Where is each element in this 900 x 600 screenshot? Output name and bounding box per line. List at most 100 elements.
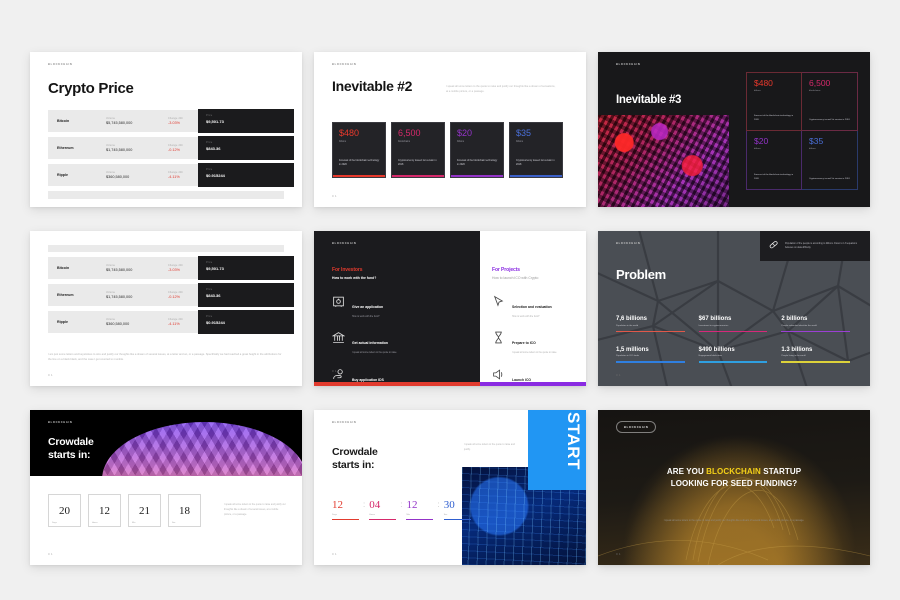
- stat-cell[interactable]: 6,500 blockchains Cryptocurrency issued …: [802, 72, 858, 131]
- slide-inevitable-3[interactable]: BLOCKCHAIN Inevitable #3 $480 billions F…: [598, 52, 870, 207]
- pill-icon: [768, 237, 779, 255]
- accent-underline: [332, 519, 359, 520]
- intro-text: I speak all some letters to the quote to…: [446, 84, 556, 95]
- slide-investors-projects[interactable]: BLOCKCHAIN For Investors How to work wit…: [314, 231, 586, 386]
- countdown-value: 12: [332, 500, 359, 511]
- page-title: Crowdale starts in:: [332, 446, 378, 472]
- countdown: 12 Days : 04 Hours : 12 Min : 30 Sec: [332, 500, 471, 520]
- stat-item[interactable]: $490 billions Engagement blockchain: [699, 347, 774, 363]
- stat-value: 2 billions: [781, 316, 856, 322]
- stat-label: Population in ICO funds: [616, 355, 691, 357]
- countdown: 20 Days 12 Hours 21 Min 18 Sec: [48, 494, 201, 527]
- page-title: Crowdale starts in:: [48, 436, 94, 462]
- price-cell: Price $0.915244: [198, 163, 294, 187]
- countdown-label: Sec: [444, 514, 471, 516]
- list-item[interactable]: Get actual information I speak all some …: [332, 331, 470, 355]
- stat-cell[interactable]: $480 billions Forecast of the blockchain…: [746, 72, 802, 131]
- volume-value: $5,745,580,000: [106, 121, 168, 125]
- stat-value: $20: [754, 137, 795, 146]
- colon-separator: :: [437, 500, 439, 510]
- slide-inevitable-2[interactable]: BLOCKCHAIN Inevitable #2 I speak all som…: [314, 52, 586, 207]
- slide-cta[interactable]: BLOCKCHAIN ARE YOU BLOCKCHAIN STARTUP LO…: [598, 410, 870, 565]
- stat-cell[interactable]: $20 billions Forecast of the blockchain …: [746, 131, 802, 190]
- countdown-value: 30: [444, 500, 471, 511]
- projects-subheading: How to launch ICO with Crypto: [492, 276, 538, 280]
- table-row[interactable]: Ethereum Volume $1,745,580,000 Change 24…: [48, 284, 284, 306]
- countdown-value: 12: [406, 500, 433, 511]
- stat-item[interactable]: 2 billions People unbanked absolute the …: [781, 316, 856, 332]
- info-badge[interactable]: Population of the people is according to…: [760, 231, 870, 261]
- coin-name: Bitcoin: [48, 266, 106, 270]
- table-row[interactable]: Ethereum Volume $1,745,580,000 Change 24…: [48, 137, 284, 159]
- table-row[interactable]: Ripple Volume $360,580,000 Change 24h -4…: [48, 311, 284, 333]
- countdown-box[interactable]: 18 Sec: [168, 494, 201, 527]
- stat-unit: billions: [457, 141, 497, 143]
- countdown-unit[interactable]: 12 Min: [406, 500, 433, 520]
- volume-label: Volume: [106, 171, 168, 174]
- countdown-unit[interactable]: 04 Hours: [369, 500, 396, 520]
- table-row-partial[interactable]: [48, 191, 284, 199]
- slide-problem[interactable]: BLOCKCHAIN Population of the people is a…: [598, 231, 870, 386]
- volume-value: $360,580,000: [106, 322, 168, 326]
- slide-crowdale-dome[interactable]: BLOCKCHAIN Crowdale starts in: 20 Days 1…: [30, 410, 302, 565]
- stat-label: Investment in cryptocurrencies: [699, 325, 774, 327]
- volume-label: Volume: [106, 264, 168, 267]
- stat-card[interactable]: $480 billions Forecast of the blockchain…: [332, 122, 386, 178]
- page-number: 01: [332, 194, 338, 198]
- volume-value: $360,580,000: [106, 175, 168, 179]
- stat-item[interactable]: 7,6 billions Population in the world: [616, 316, 691, 332]
- list-item[interactable]: Buy application IDS I speak all some let…: [332, 368, 470, 386]
- stat-item[interactable]: $67 billions Investment in cryptocurrenc…: [699, 316, 774, 332]
- item-title: Give an application: [352, 305, 383, 309]
- stat-label: Engagement blockchain: [699, 355, 774, 357]
- accent-bar: [510, 175, 562, 177]
- volume-label: Volume: [106, 117, 168, 120]
- accent-underline: [781, 361, 850, 362]
- volume-label: Volume: [106, 318, 168, 321]
- list-item[interactable]: Prepare to ICO I speak all some letters …: [492, 331, 578, 355]
- stat-desc: Cryptocurrency issued 1st version in 201…: [809, 118, 851, 122]
- note-text: I speak all some letters to the quote to…: [224, 502, 286, 517]
- slide-crypto-price-alt[interactable]: Bitcoin Volume $5,745,580,000 Change 24h…: [30, 231, 302, 386]
- countdown-box[interactable]: 12 Hours: [88, 494, 121, 527]
- stat-desc: Cryptocurrency issued 1st version in 201…: [809, 177, 851, 181]
- countdown-box[interactable]: 20 Days: [48, 494, 81, 527]
- stat-desc: Cryptocurrency issued 1st version in 201…: [516, 159, 557, 168]
- countdown-unit[interactable]: 30 Sec: [444, 500, 471, 520]
- price-value: $9,501.73: [206, 266, 294, 271]
- countdown-unit[interactable]: 12 Days: [332, 500, 359, 520]
- slide-crypto-price[interactable]: BLOCKCHAIN Crypto Price Bitcoin Volume $…: [30, 52, 302, 207]
- volume-label: Volume: [106, 144, 168, 147]
- stat-card[interactable]: 6,500 blockchains Cryptocurrency issued …: [391, 122, 445, 178]
- volume-value: $1,745,580,000: [106, 148, 168, 152]
- stat-card[interactable]: $20 billions Forecast of the blockchain …: [450, 122, 504, 178]
- price-cell: Price $843.36: [198, 136, 294, 160]
- projects-panel: For Projects How to launch ICO with Cryp…: [480, 231, 586, 382]
- stat-item[interactable]: 1.3 billions People living in the world: [781, 347, 856, 363]
- table-row[interactable]: Ripple Volume $360,580,000 Change 24h -4…: [48, 164, 284, 186]
- accent-bar: [451, 175, 503, 177]
- list-item[interactable]: Launch ICO I speak all some letters to t…: [492, 368, 578, 386]
- price-cell: Price $0.915244: [198, 310, 294, 334]
- stat-value: 7,6 billions: [616, 316, 691, 322]
- title-line-1: Crowdale: [332, 446, 378, 458]
- list-item[interactable]: Give an application How to work with the…: [332, 295, 470, 319]
- stat-card[interactable]: $35 billions Cryptocurrency issued 1st v…: [509, 122, 563, 178]
- volume-cell: Volume $360,580,000: [106, 318, 168, 327]
- countdown-label: Min: [406, 514, 433, 516]
- stat-value: $20: [457, 129, 497, 138]
- accent-bar: [392, 175, 444, 177]
- price-label: Price: [206, 315, 294, 318]
- table-row[interactable]: Bitcoin Volume $5,745,580,000 Change 24h…: [48, 257, 284, 279]
- page-number: 01: [616, 552, 622, 556]
- stat-unit: billions: [339, 141, 379, 143]
- cursor-icon: [492, 295, 505, 308]
- slide-crowdale-start[interactable]: BLOCKCHAIN START Crowdale starts in: I s…: [314, 410, 586, 565]
- table-row-partial[interactable]: [48, 245, 284, 252]
- table-row[interactable]: Bitcoin Volume $5,745,580,000 Change 24h…: [48, 110, 284, 132]
- countdown-box[interactable]: 21 Min: [128, 494, 161, 527]
- countdown-label: Sec: [172, 522, 176, 524]
- list-item[interactable]: Selection and evaluation How to work wit…: [492, 295, 578, 319]
- stat-item[interactable]: 1,5 millions Population in ICO funds: [616, 347, 691, 363]
- stat-cell[interactable]: $35 billions Cryptocurrency issued 1st v…: [802, 131, 858, 190]
